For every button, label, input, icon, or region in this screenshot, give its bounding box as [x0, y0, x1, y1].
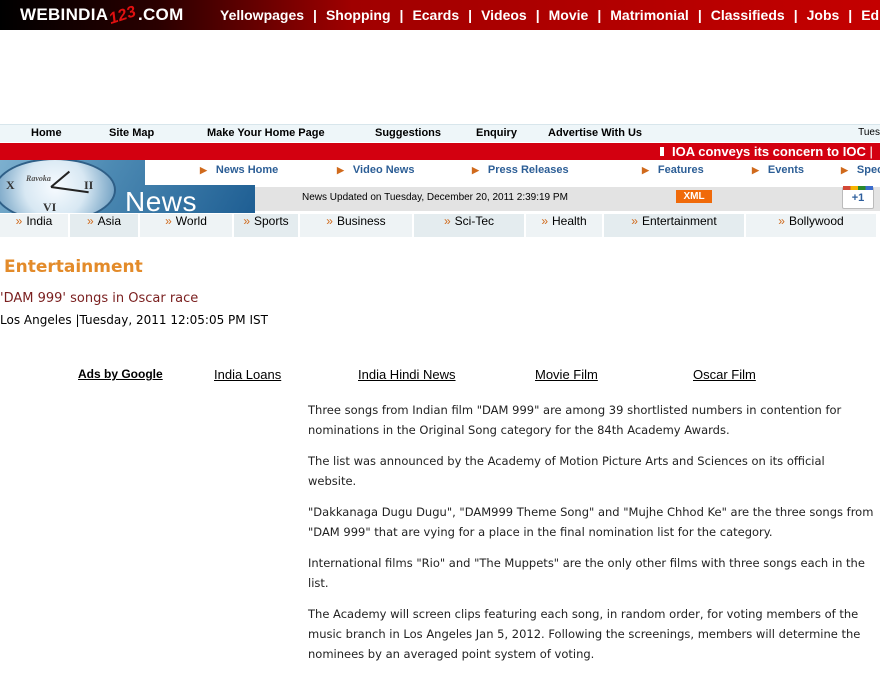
util-home[interactable]: Home [31, 127, 62, 139]
last-updated-text: News Updated on Tuesday, December 20, 20… [302, 192, 568, 203]
article-body: Three songs from Indian film "DAM 999" a… [308, 400, 874, 675]
util-suggestions[interactable]: Suggestions [375, 127, 441, 139]
ad-link-india-loans[interactable]: India Loans [214, 367, 281, 382]
top-header-bar: WEBINDIA123.COM Yellowpages | Shopping | E… [0, 0, 880, 30]
news-ticker: IOA conveys its concern to IOC | [0, 143, 880, 160]
section-entertainment[interactable]: » Entertainment [604, 214, 746, 237]
ticker-headline-link[interactable]: IOA conveys its concern to IOC | [660, 144, 873, 159]
top-nav-matrimonial[interactable]: Matrimonial [610, 7, 689, 23]
top-nav-shopping[interactable]: Shopping [326, 7, 391, 23]
clock-icon: Ravoka X VI II [0, 160, 116, 213]
top-nav-classifieds[interactable]: Classifieds [711, 7, 785, 23]
article-paragraph: International films "Rio" and "The Muppe… [308, 556, 865, 590]
updated-bar: News Updated on Tuesday, December 20, 20… [255, 186, 880, 211]
arrow-icon: ▶ [337, 165, 344, 175]
xml-feed-button[interactable]: XML [676, 190, 712, 203]
arrow-icon: ▶ [752, 165, 759, 175]
section-india[interactable]: » India [0, 214, 70, 237]
section-sci-tec[interactable]: » Sci-Tec [414, 214, 526, 237]
ads-by-google-label[interactable]: Ads by Google [78, 367, 163, 381]
subnav-news-home[interactable]: ▶ News Home [200, 164, 278, 176]
subnav-video-news[interactable]: ▶ Video News [337, 164, 414, 176]
util-make-home-page[interactable]: Make Your Home Page [207, 127, 325, 139]
logo-prefix: WEBINDIA [20, 5, 109, 24]
section-nav: » India » Asia » World » Sports » Business » S… [0, 214, 880, 237]
arrow-icon: ▶ [642, 165, 649, 175]
ticker-headline: IOA conveys its concern to IOC [672, 144, 866, 159]
ad-link-movie-film[interactable]: Movie Film [535, 367, 598, 382]
site-logo[interactable]: WEBINDIA123.COM [20, 3, 184, 28]
article-headline: 'DAM 999' songs in Oscar race [0, 291, 199, 306]
utility-bar: Home Site Map Make Your Home Page Sugges… [0, 124, 880, 142]
section-sports[interactable]: » Sports [234, 214, 300, 237]
google-plus-one-button[interactable]: +1 [842, 186, 874, 209]
subnav-events[interactable]: ▶ Events [752, 164, 804, 176]
section-world[interactable]: » World [140, 214, 234, 237]
logo-suffix: .COM [137, 5, 184, 24]
top-nav-jobs[interactable]: Jobs [807, 7, 840, 23]
news-sub-nav: ▶ News Home ▶ Video News ▶ Press Releases ▶… [145, 160, 880, 185]
top-nav-yellowpages[interactable]: Yellowpages [220, 7, 304, 23]
article-paragraph: The Academy will screen clips featuring … [308, 607, 861, 661]
ticker-bullet-icon [660, 147, 664, 156]
top-nav-videos[interactable]: Videos [481, 7, 527, 23]
section-bollywood[interactable]: » Bollywood [746, 214, 878, 237]
article-paragraph: "Dakkanaga Dugu Dugu", "DAM999 Theme Son… [308, 505, 874, 539]
arrow-icon: ▶ [472, 165, 479, 175]
article-dateline: Los Angeles |Tuesday, 2011 12:05:05 PM I… [0, 313, 268, 327]
top-nav-education[interactable]: Ed [861, 7, 879, 23]
subnav-specials[interactable]: ▶Spec [841, 164, 880, 176]
util-date: Tues [858, 127, 880, 138]
news-banner-title: News [125, 186, 198, 213]
arrow-icon: ▶ [200, 165, 207, 175]
article-paragraph: Three songs from Indian film "DAM 999" a… [308, 403, 842, 437]
article-paragraph: The list was announced by the Academy of… [308, 454, 825, 488]
top-nav-movie[interactable]: Movie [549, 7, 589, 23]
section-title: Entertainment [4, 257, 143, 277]
top-nav-ecards[interactable]: Ecards [412, 7, 459, 23]
arrow-icon: ▶ [841, 165, 848, 175]
subnav-features[interactable]: ▶ Features [642, 164, 704, 176]
logo-number: 123 [107, 3, 139, 28]
util-advertise[interactable]: Advertise With Us [548, 127, 642, 139]
ad-link-oscar-film[interactable]: Oscar Film [693, 367, 756, 382]
section-asia[interactable]: » Asia [70, 214, 140, 237]
subnav-press-releases[interactable]: ▶ Press Releases [472, 164, 569, 176]
ad-link-india-hindi-news[interactable]: India Hindi News [358, 367, 456, 382]
section-health[interactable]: » Health [526, 214, 604, 237]
util-enquiry[interactable]: Enquiry [476, 127, 517, 139]
section-business[interactable]: » Business [300, 214, 414, 237]
clock-brand: Ravoka [26, 174, 51, 183]
top-nav: Yellowpages | Shopping | Ecards | Videos | M… [220, 7, 880, 23]
util-site-map[interactable]: Site Map [109, 127, 154, 139]
